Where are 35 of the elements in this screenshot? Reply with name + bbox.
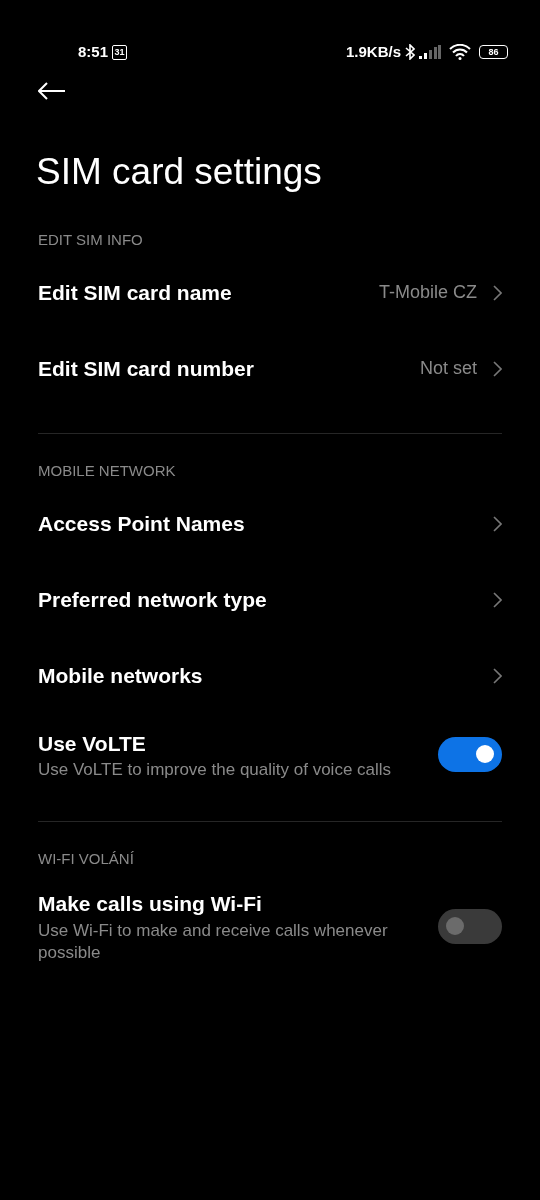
- battery-icon: 86: [479, 45, 508, 59]
- chevron-right-icon: [493, 360, 502, 377]
- clock: 8:51: [78, 41, 109, 62]
- item-description: Use VoLTE to improve the quality of voice calls: [38, 759, 392, 782]
- section-header: MOBILE NETWORK: [38, 461, 176, 479]
- settings-item[interactable]: Edit SIM card name T-Mobile CZ: [0, 254, 540, 331]
- settings-item[interactable]: Preferred network type: [0, 561, 540, 638]
- chevron-right-icon: [493, 515, 502, 532]
- network-speed: 1.9KB/s: [345, 41, 401, 62]
- back-arrow-icon[interactable]: [38, 82, 66, 100]
- item-label: Edit SIM card number: [38, 355, 254, 382]
- settings-item[interactable]: Mobile networks: [0, 637, 540, 714]
- signal-icon: [419, 45, 441, 59]
- item-value: Not set: [419, 357, 477, 381]
- settings-item[interactable]: Access Point Names: [0, 485, 540, 562]
- item-label: Access Point Names: [38, 510, 245, 537]
- bluetooth-icon: [405, 44, 415, 60]
- chevron-right-icon: [493, 284, 502, 301]
- item-label: Make calls using Wi-Fi: [38, 891, 263, 918]
- section-header: WI-FI VOLÁNÍ: [38, 850, 134, 868]
- item-description: Use Wi-Fi to make and receive calls whenever possible: [38, 919, 389, 964]
- item-label: Use VoLTE: [38, 730, 147, 757]
- section-header: EDIT SIM INFO: [38, 230, 143, 248]
- page-title: SIM card settings: [36, 152, 323, 193]
- chevron-right-icon: [493, 591, 502, 608]
- calendar-icon: 31: [112, 44, 128, 60]
- toggle-switch[interactable]: [438, 737, 502, 772]
- item-label: Edit SIM card name: [38, 279, 232, 306]
- toggle-switch[interactable]: [438, 908, 502, 944]
- chevron-right-icon: [493, 667, 502, 684]
- item-label: Preferred network type: [38, 586, 267, 613]
- wifi-icon: [449, 44, 471, 60]
- item-value: T-Mobile CZ: [379, 281, 477, 305]
- settings-item[interactable]: Edit SIM card number Not set: [0, 330, 540, 407]
- item-label: Mobile networks: [38, 662, 203, 689]
